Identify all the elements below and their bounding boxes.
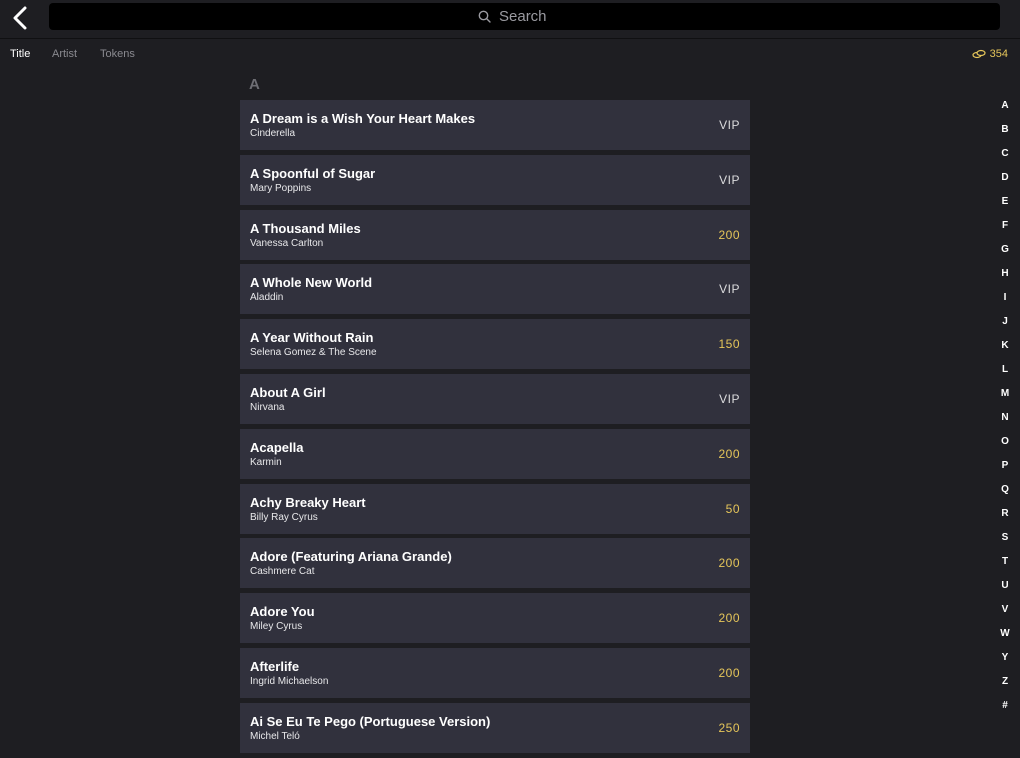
song-row[interactable]: A Thousand Miles Vanessa Carlton 200 — [240, 209, 750, 260]
song-title: A Thousand Miles — [250, 220, 361, 236]
tab-tokens[interactable]: Tokens — [100, 48, 135, 60]
back-button[interactable] — [6, 3, 34, 33]
song-price: 200 — [718, 227, 740, 242]
song-artist: Ingrid Michaelson — [250, 675, 329, 687]
song-list: A Dream is a Wish Your Heart Makes Cinder… — [240, 100, 750, 758]
song-artist: Vanessa Carlton — [250, 237, 324, 249]
song-artist: Michel Teló — [250, 730, 300, 742]
alphabet-index-letter[interactable]: H — [994, 266, 1016, 290]
song-title: Afterlife — [250, 658, 300, 674]
song-artist: Miley Cyrus — [250, 621, 303, 633]
alphabet-index-letter[interactable]: U — [994, 578, 1016, 602]
alphabet-index-letter[interactable]: Z — [994, 674, 1016, 698]
song-artist: Aladdin — [250, 292, 284, 304]
song-price: 200 — [718, 446, 740, 461]
chevron-left-icon — [13, 6, 27, 30]
alphabet-index-letter[interactable]: I — [994, 290, 1016, 314]
song-price: VIP — [719, 391, 740, 406]
song-price: VIP — [719, 172, 740, 187]
alphabet-index-letter[interactable]: K — [994, 338, 1016, 362]
song-title: Acapella — [250, 439, 304, 455]
song-title: About A Girl — [250, 384, 326, 400]
alphabet-index[interactable]: A B C D E F G H I J K L M N O P Q R S T U V W Y Z # — [994, 98, 1016, 722]
song-row[interactable]: A Year Without Rain Selena Gomez & The Sc… — [240, 319, 750, 370]
section-header: A — [249, 76, 260, 93]
song-price: VIP — [719, 282, 740, 297]
alphabet-index-letter[interactable]: E — [994, 194, 1016, 218]
tokens-balance-value: 354 — [989, 48, 1008, 60]
alphabet-index-letter[interactable]: R — [994, 506, 1016, 530]
song-title: A Spoonful of Sugar — [250, 165, 376, 181]
alphabet-index-letter[interactable]: O — [994, 434, 1016, 458]
song-row[interactable]: A Whole New World Aladdin VIP — [240, 264, 750, 315]
song-row[interactable]: About A Girl Nirvana VIP — [240, 373, 750, 424]
song-row[interactable]: Adore (Featuring Ariana Grande) Cashmere … — [240, 538, 750, 589]
song-row[interactable]: Afterlife Ingrid Michaelson 200 — [240, 647, 750, 698]
song-artist: Selena Gomez & The Scene — [250, 347, 377, 359]
song-price: VIP — [719, 118, 740, 132]
alphabet-index-letter[interactable]: C — [994, 146, 1016, 170]
coins-icon — [972, 49, 986, 59]
alphabet-index-letter[interactable]: T — [994, 554, 1016, 578]
alphabet-index-letter[interactable]: # — [994, 698, 1016, 722]
alphabet-index-letter[interactable]: B — [994, 122, 1016, 146]
song-row[interactable]: Acapella Karmin 200 — [240, 428, 750, 479]
alphabet-index-letter[interactable]: G — [994, 242, 1016, 266]
song-row[interactable]: Achy Breaky Heart Billy Ray Cyrus 50 — [240, 483, 750, 534]
tab-artist[interactable]: Artist — [52, 48, 77, 60]
alphabet-index-letter[interactable]: D — [994, 170, 1016, 194]
song-artist: Nirvana — [250, 401, 285, 413]
song-title: A Year Without Rain — [250, 330, 374, 346]
song-title: Achy Breaky Heart — [250, 494, 366, 510]
sort-bar: Title Artist Tokens 354 — [0, 40, 1020, 70]
search-input[interactable] — [497, 7, 571, 26]
alphabet-index-letter[interactable]: F — [994, 218, 1016, 242]
alphabet-index-letter[interactable]: S — [994, 530, 1016, 554]
song-title: A Dream is a Wish Your Heart Makes — [250, 111, 476, 126]
song-artist: Billy Ray Cyrus — [250, 511, 318, 523]
alphabet-index-letter[interactable]: J — [994, 314, 1016, 338]
search-icon — [478, 10, 491, 23]
alphabet-index-letter[interactable]: P — [994, 458, 1016, 482]
song-price: 200 — [718, 665, 740, 680]
song-row[interactable]: Ai Se Eu Te Pego (Portuguese Version) Mic… — [240, 702, 750, 753]
alphabet-index-letter[interactable]: N — [994, 410, 1016, 434]
alphabet-index-letter[interactable]: A — [994, 98, 1016, 122]
search-bar[interactable] — [49, 3, 1000, 30]
song-price: 200 — [718, 611, 740, 626]
song-artist: Cashmere Cat — [250, 566, 315, 578]
top-bar — [0, 0, 1020, 39]
song-title: A Whole New World — [250, 275, 373, 291]
song-price: 150 — [718, 337, 740, 352]
song-title: Adore You — [250, 604, 315, 620]
alphabet-index-letter[interactable]: Y — [994, 650, 1016, 674]
alphabet-index-letter[interactable]: L — [994, 362, 1016, 386]
song-artist: Cinderella — [250, 128, 296, 139]
song-title: Adore (Featuring Ariana Grande) — [250, 549, 452, 565]
alphabet-index-letter[interactable]: W — [994, 626, 1016, 650]
tab-title[interactable]: Title — [10, 48, 30, 60]
song-price: 50 — [725, 501, 740, 516]
alphabet-index-letter[interactable]: M — [994, 386, 1016, 410]
song-row[interactable]: A Spoonful of Sugar Mary Poppins VIP — [240, 154, 750, 205]
song-artist: Mary Poppins — [250, 182, 312, 194]
alphabet-index-letter[interactable]: V — [994, 602, 1016, 626]
song-price: 200 — [718, 556, 740, 571]
song-price: 250 — [718, 720, 740, 735]
song-row[interactable]: A Dream is a Wish Your Heart Makes Cinder… — [240, 100, 750, 150]
song-title: Ai Se Eu Te Pego (Portuguese Version) — [250, 713, 491, 729]
song-row[interactable]: Adore You Miley Cyrus 200 — [240, 593, 750, 644]
alphabet-index-letter[interactable]: Q — [994, 482, 1016, 506]
tokens-balance: 354 — [972, 48, 1008, 60]
song-artist: Karmin — [250, 456, 282, 468]
